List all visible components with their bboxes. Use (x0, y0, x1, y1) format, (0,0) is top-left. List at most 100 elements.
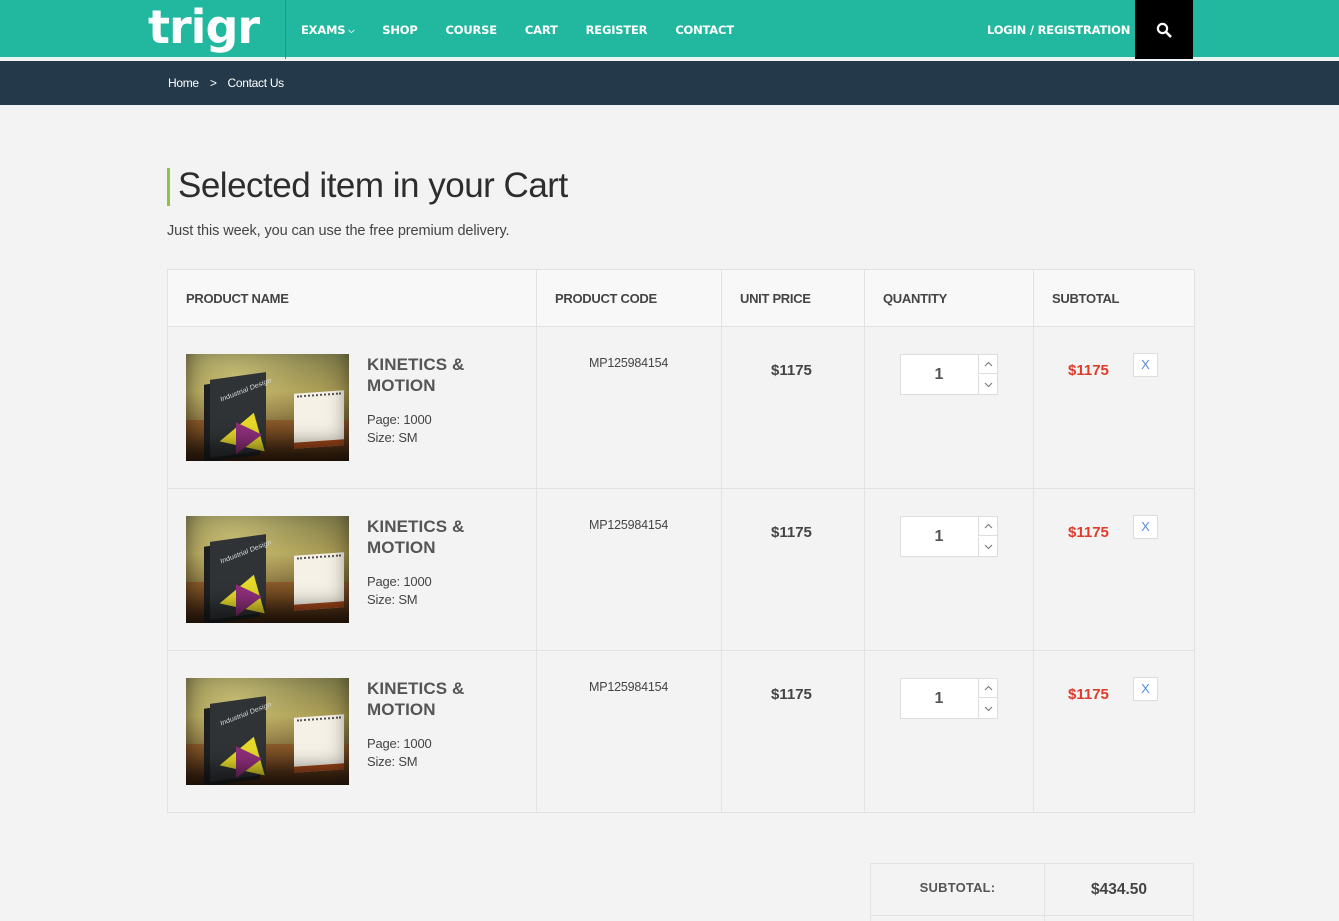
product-code-cell: MP125984154 (536, 650, 722, 813)
product-pages: Page: 1000 (367, 412, 432, 427)
product-size: Size: SM (367, 430, 418, 445)
row-subtotal: $1175 (1068, 362, 1109, 379)
product-code: MP125984154 (589, 680, 669, 694)
product-meta: Page: 1000 Size: SM (367, 411, 432, 447)
chevron-up-icon (984, 685, 993, 691)
product-cell: Industrial Design KINETICS & MOTION Page… (167, 650, 537, 813)
header-subtotal: SUBTOTAL (1033, 269, 1195, 327)
row-subtotal: $1175 (1068, 524, 1109, 541)
header-product-code: PRODUCT CODE (536, 269, 722, 327)
unit-price: $1175 (771, 524, 812, 541)
unit-price-cell: $1175 (721, 326, 865, 489)
site-logo[interactable]: trigr (148, 2, 260, 52)
quantity-stepper[interactable]: 1 (900, 678, 998, 719)
subtotal-cell: $1175 X (1033, 650, 1195, 813)
quantity-input[interactable]: 1 (901, 355, 977, 394)
product-code-cell: MP125984154 (536, 488, 722, 651)
chevron-down-icon (984, 544, 993, 549)
breadcrumb-bar: Home > Contact Us (0, 61, 1339, 105)
product-name-line: KINETICS & (367, 355, 465, 374)
product-size: Size: SM (367, 754, 418, 769)
quantity-cell: 1 (864, 650, 1034, 813)
breadcrumb: Home > Contact Us (168, 61, 284, 105)
search-button[interactable] (1135, 0, 1193, 59)
quantity-stepper[interactable]: 1 (900, 516, 998, 557)
chevron-up-icon (984, 523, 993, 529)
quantity-stepper[interactable]: 1 (900, 354, 998, 395)
nav-item-contact[interactable]: CONTACT (675, 23, 734, 37)
product-name-line: KINETICS & (367, 679, 465, 698)
logo-divider (285, 0, 286, 59)
header-quantity: QUANTITY (864, 269, 1034, 327)
title-accent-bar (167, 168, 170, 206)
product-code: MP125984154 (589, 518, 669, 532)
product-code-cell: MP125984154 (536, 326, 722, 489)
product-meta: Page: 1000 Size: SM (367, 573, 432, 609)
quantity-cell: 1 (864, 326, 1034, 489)
chevron-down-icon (984, 382, 993, 387)
cart-totals: SUBTOTAL: $434.50 (870, 863, 1194, 916)
quantity-decrease-button[interactable] (978, 699, 998, 718)
product-cell: Industrial Design KINETICS & MOTION Page… (167, 488, 537, 651)
main-nav: EXAMS ⌵ SHOP COURSE CART REGISTER CONTACT (301, 0, 762, 59)
chevron-up-icon (984, 361, 993, 367)
product-name-line: KINETICS & (367, 517, 465, 536)
site-header: trigr EXAMS ⌵ SHOP COURSE CART REGISTER C… (0, 0, 1339, 59)
nav-item-register[interactable]: REGISTER (586, 23, 648, 37)
cart-table: PRODUCT NAME PRODUCT CODE UNIT PRICE QUA… (167, 269, 1195, 813)
row-subtotal: $1175 (1068, 686, 1109, 703)
totals-next-row (870, 915, 1194, 921)
page-subtitle: Just this week, you can use the free pre… (167, 223, 510, 239)
table-row: Industrial Design KINETICS & MOTION Page… (167, 488, 1195, 651)
quantity-decrease-button[interactable] (978, 375, 998, 394)
breadcrumb-separator: > (209, 76, 217, 90)
quantity-increase-button[interactable] (978, 679, 998, 698)
unit-price: $1175 (771, 362, 812, 379)
product-code: MP125984154 (589, 356, 669, 370)
totals-row: SUBTOTAL: $434.50 (870, 863, 1194, 916)
remove-item-button[interactable]: X (1133, 353, 1158, 377)
breadcrumb-current: Contact Us (227, 76, 285, 90)
product-name[interactable]: KINETICS & MOTION (367, 354, 537, 396)
product-image[interactable]: Industrial Design (186, 354, 349, 461)
quantity-cell: 1 (864, 488, 1034, 651)
table-row: Industrial Design KINETICS & MOTION Page… (167, 326, 1195, 489)
product-name-line: MOTION (367, 376, 436, 395)
header-unit-price: UNIT PRICE (721, 269, 865, 327)
table-header-row: PRODUCT NAME PRODUCT CODE UNIT PRICE QUA… (167, 269, 1195, 327)
remove-item-button[interactable]: X (1133, 677, 1158, 701)
unit-price-cell: $1175 (721, 650, 865, 813)
product-name[interactable]: KINETICS & MOTION (367, 678, 537, 720)
nav-item-shop[interactable]: SHOP (382, 23, 418, 37)
unit-price-cell: $1175 (721, 488, 865, 651)
quantity-increase-button[interactable] (978, 355, 998, 374)
breadcrumb-home-link[interactable]: Home (168, 76, 199, 90)
quantity-input[interactable]: 1 (901, 679, 977, 718)
product-name[interactable]: KINETICS & MOTION (367, 516, 537, 558)
subtotal-label: SUBTOTAL: (870, 863, 1045, 916)
nav-item-exams[interactable]: EXAMS ⌵ (301, 23, 354, 37)
product-pages: Page: 1000 (367, 574, 432, 589)
quantity-increase-button[interactable] (978, 517, 998, 536)
search-icon (1156, 22, 1172, 37)
quantity-decrease-button[interactable] (978, 537, 998, 556)
subtotal-cell: $1175 X (1033, 488, 1195, 651)
product-image[interactable]: Industrial Design (186, 678, 349, 785)
nav-item-label: EXAMS (301, 22, 346, 37)
login-registration-link[interactable]: LOGIN / REGISTRATION (987, 0, 1130, 59)
table-row: Industrial Design KINETICS & MOTION Page… (167, 650, 1195, 813)
header-product-name: PRODUCT NAME (167, 269, 537, 327)
chevron-down-icon (984, 706, 993, 711)
product-meta: Page: 1000 Size: SM (367, 735, 432, 771)
nav-item-course[interactable]: COURSE (446, 23, 498, 37)
nav-item-cart[interactable]: CART (525, 23, 558, 37)
page-title: Selected item in your Cart (178, 166, 568, 205)
product-size: Size: SM (367, 592, 418, 607)
product-name-line: MOTION (367, 538, 436, 557)
subtotal-cell: $1175 X (1033, 326, 1195, 489)
remove-item-button[interactable]: X (1133, 515, 1158, 539)
subtotal-value: $434.50 (1044, 863, 1194, 916)
product-name-line: MOTION (367, 700, 436, 719)
quantity-input[interactable]: 1 (901, 517, 977, 556)
product-image[interactable]: Industrial Design (186, 516, 349, 623)
